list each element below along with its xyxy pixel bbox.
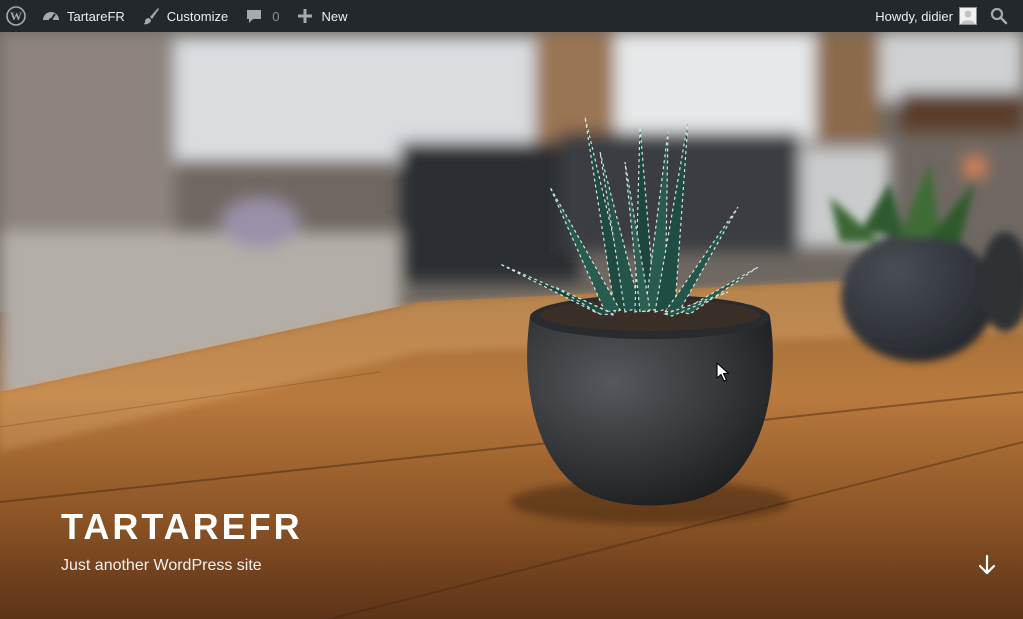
mouse-cursor-icon xyxy=(716,362,730,382)
dashboard-icon xyxy=(41,6,61,26)
site-title[interactable]: TARTAREFR xyxy=(61,506,303,548)
account-menu[interactable]: Howdy, didier xyxy=(867,0,985,32)
site-description: Just another WordPress site xyxy=(61,557,262,574)
customize-label: Customize xyxy=(166,8,229,24)
site-branding: TARTAREFR Just another WordPress site xyxy=(61,506,303,576)
header-media: TARTAREFR Just another WordPress site xyxy=(0,32,1023,619)
wordpress-logo-icon: W xyxy=(6,6,26,26)
new-label: New xyxy=(321,8,348,24)
customize-link[interactable]: Customize xyxy=(133,0,236,32)
admin-search[interactable] xyxy=(985,0,1023,32)
site-name-label: TartareFR xyxy=(67,8,125,24)
arrow-down-icon xyxy=(978,554,996,575)
howdy-label: Howdy, didier xyxy=(875,8,953,24)
plus-icon xyxy=(295,6,315,26)
site-name-menu[interactable]: TartareFR xyxy=(33,0,133,32)
search-icon xyxy=(989,6,1009,26)
avatar xyxy=(959,7,977,25)
paintbrush-icon xyxy=(141,6,161,26)
admin-bar: W TartareFR Customize 0 New Howdy, didie… xyxy=(0,0,1023,32)
new-content-menu[interactable]: New xyxy=(287,0,355,32)
comments-link[interactable]: 0 xyxy=(236,0,287,32)
wordpress-menu[interactable]: W xyxy=(0,0,33,32)
svg-text:W: W xyxy=(10,9,22,23)
scroll-down-button[interactable] xyxy=(975,553,999,577)
comments-count: 0 xyxy=(272,8,280,24)
comment-bubble-icon xyxy=(244,6,264,26)
